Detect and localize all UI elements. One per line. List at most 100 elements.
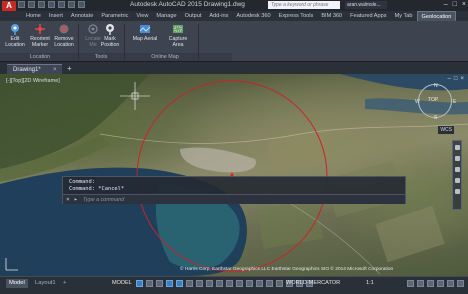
maximize-button[interactable]: □ (453, 1, 457, 9)
add-layout-button[interactable]: + (60, 279, 69, 288)
selection-cycling-icon[interactable] (216, 280, 223, 287)
auto-scale-icon[interactable] (276, 280, 283, 287)
title-bar: A Autodesk AutoCAD 2015 Drawing1.dwg Typ… (0, 0, 468, 11)
otrack-icon[interactable] (186, 280, 193, 287)
edit-location-button[interactable]: Edit Location (4, 23, 26, 48)
tab-my-tab[interactable]: My Tab (391, 11, 417, 21)
panel-divider (124, 24, 125, 60)
panel-label-tools: Tools (94, 54, 108, 60)
lineweight-icon[interactable] (196, 280, 203, 287)
isolate-objects-icon[interactable] (427, 280, 434, 287)
user-sign-in[interactable]: aran.walmsle... (345, 1, 387, 9)
tab-featured-apps[interactable]: Featured Apps (346, 11, 390, 21)
compass-west[interactable]: W (415, 99, 420, 105)
tab-layout1[interactable]: Layout1 (32, 279, 59, 288)
hardware-acceleration-icon[interactable] (437, 280, 444, 287)
capture-area-icon (173, 25, 183, 33)
open-icon[interactable] (28, 1, 35, 8)
drawing-viewport[interactable]: [-][Top][2D Wireframe] – □ × N S W E TOP… (0, 74, 468, 276)
tab-model[interactable]: Model (6, 279, 28, 288)
new-icon[interactable] (18, 1, 25, 8)
close-command-line-icon[interactable]: × (66, 196, 70, 203)
save-icon[interactable] (38, 1, 45, 8)
command-history-line: Command: *Cancel* (69, 185, 125, 192)
polar-icon[interactable] (166, 280, 173, 287)
document-tab-drawing1[interactable]: Drawing1* × (7, 64, 62, 74)
close-button[interactable]: × (462, 1, 466, 9)
units-icon[interactable] (417, 280, 424, 287)
remove-location-button[interactable]: Remove Location (53, 23, 75, 48)
fields-3 (256, 199, 324, 249)
tab-parametric[interactable]: Parametric (97, 11, 132, 21)
viewcube-top-face[interactable]: TOP (428, 97, 438, 103)
tab-insert[interactable]: Insert (45, 11, 67, 21)
tab-view[interactable]: View (132, 11, 152, 21)
redo-icon[interactable] (78, 1, 85, 8)
gizmo-icon[interactable] (256, 280, 263, 287)
recent-commands-icon[interactable]: ▸ (74, 196, 78, 203)
osnap-icon[interactable] (176, 280, 183, 287)
snap-icon[interactable] (146, 280, 153, 287)
minimize-button[interactable]: – (444, 1, 448, 9)
command-input[interactable]: Type a command (83, 197, 124, 203)
transparency-icon[interactable] (206, 280, 213, 287)
tab-home[interactable]: Home (22, 11, 45, 21)
viewport-label[interactable]: [-][Top][2D Wireframe] (6, 78, 60, 84)
model-space-toggle[interactable]: MODEL (112, 280, 132, 286)
capture-area-button[interactable]: Capture Area (166, 23, 190, 48)
customization-icon[interactable] (457, 280, 464, 287)
annotation-scale[interactable]: 1:1 (366, 280, 374, 286)
aerial-map-image (0, 74, 468, 276)
new-tab-button[interactable]: + (67, 65, 75, 73)
tab-output[interactable]: Output (181, 11, 206, 21)
ortho-icon[interactable] (156, 280, 163, 287)
search-input[interactable]: Type a keyword or phrase (268, 1, 340, 9)
map-aerial-button[interactable]: Map Aerial (132, 23, 158, 42)
showmotion-icon[interactable] (454, 189, 460, 194)
selection-filter-icon[interactable] (246, 280, 253, 287)
steering-wheel-icon[interactable] (454, 145, 460, 150)
compass-north[interactable]: N (434, 83, 438, 89)
mark-position-button[interactable]: Mark Position (99, 23, 121, 48)
tab-manage[interactable]: Manage (152, 11, 180, 21)
panel-divider (198, 24, 199, 60)
reorient-marker-button[interactable]: Reorient Marker (29, 23, 51, 48)
clean-screen-icon[interactable] (447, 280, 454, 287)
panel-label-online-map: Online Map (151, 54, 179, 60)
locate-me-icon (88, 24, 98, 34)
tab-express-tools[interactable]: Express Tools (275, 11, 318, 21)
zoom-icon[interactable] (454, 167, 460, 172)
tab-add-ins[interactable]: Add-ins (205, 11, 232, 21)
viewport-maximize-button[interactable]: □ (454, 76, 458, 82)
wcs-menu[interactable]: WCS (438, 126, 454, 134)
save-as-icon[interactable] (48, 1, 55, 8)
edit-location-icon (11, 24, 19, 35)
tab-geolocation[interactable]: Geolocation (416, 11, 457, 21)
tab-bim-360[interactable]: BIM 360 (317, 11, 346, 21)
workspace-switch-icon[interactable] (407, 280, 414, 287)
3d-osnap-icon[interactable] (226, 280, 233, 287)
undo-icon[interactable] (68, 1, 75, 8)
tab-annotate[interactable]: Annotate (67, 11, 97, 21)
autocad-logo-icon[interactable]: A (2, 1, 16, 11)
viewport-minimize-button[interactable]: – (448, 76, 451, 82)
command-input-row: × ▸ Type a command (63, 194, 405, 204)
compass-east[interactable]: E (453, 99, 456, 105)
viewport-close-button[interactable]: × (460, 76, 464, 82)
panel-label-location: Location (29, 54, 51, 60)
command-line-window: Command: Command: *Cancel* × ▸ Type a co… (62, 176, 406, 204)
status-bar: Model Layout1 + MODEL WORLD-MERCATOR 1:1 (0, 276, 468, 294)
coordinate-system-label[interactable]: WORLD-MERCATOR (286, 280, 340, 286)
annotation-visibility-icon[interactable] (266, 280, 273, 287)
dynamic-ucs-icon[interactable] (236, 280, 243, 287)
print-icon[interactable] (58, 1, 65, 8)
grid-icon[interactable] (136, 280, 143, 287)
reorient-marker-icon (35, 24, 45, 34)
pan-icon[interactable] (454, 156, 460, 161)
orbit-icon[interactable] (454, 178, 460, 183)
compass-south[interactable]: S (434, 115, 437, 121)
navigation-bar (452, 140, 462, 210)
tab-autodesk-360[interactable]: Autodesk 360 (232, 11, 274, 21)
viewport-controls: – □ × (448, 76, 464, 82)
viewcube[interactable]: N S W E TOP (415, 83, 456, 121)
